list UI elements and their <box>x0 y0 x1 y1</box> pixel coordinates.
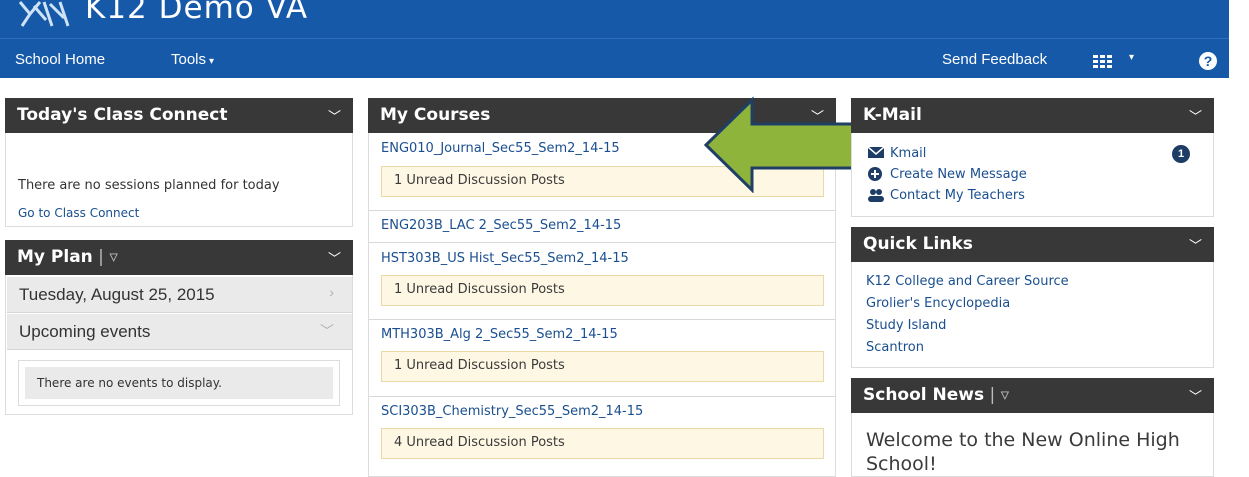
nav-tools-label: Tools <box>171 51 207 68</box>
my-plan-header[interactable]: My Plan | ▿ ﹀ <box>5 240 353 275</box>
plan-date-row[interactable]: Tuesday, August 25, 2015 › <box>7 277 352 313</box>
course-link[interactable]: ENG203B_LAC 2_Sec55_Sem2_14-15 <box>381 218 621 233</box>
page: K12 Demo VA School Home Tools ▾ Send Feed… <box>0 0 1249 477</box>
kmail-header[interactable]: K-Mail ﹀ <box>851 98 1214 133</box>
filter-icon[interactable]: | ▿ <box>93 247 118 267</box>
school-news-title: School News | ▿ <box>863 385 1009 405</box>
course-link[interactable]: SCI303B_Chemistry_Sec55_Sem2_14-15 <box>381 404 643 419</box>
quick-link[interactable]: K12 College and Career Source <box>866 274 1069 289</box>
plan-date: Tuesday, August 25, 2015 <box>19 285 215 304</box>
brand-bar: K12 Demo VA <box>0 0 1229 38</box>
my-plan-title: My Plan | ▿ <box>17 247 118 267</box>
contact-teachers-link[interactable]: Contact My Teachers <box>890 188 1025 203</box>
divider <box>369 210 835 211</box>
quick-links-header[interactable]: Quick Links ﹀ <box>851 227 1214 262</box>
unread-notice[interactable]: 1 Unread Discussion Posts <box>381 351 824 382</box>
school-news-title-text: School News <box>863 385 985 405</box>
green-pointer-arrow-icon <box>703 96 862 193</box>
nav-tools-menu[interactable]: Tools ▾ <box>171 51 214 68</box>
chevron-right-icon[interactable]: › <box>329 284 334 300</box>
course-link[interactable]: ENG010_Journal_Sec55_Sem2_14-15 <box>381 141 620 156</box>
nav-school-home[interactable]: School Home <box>15 51 105 68</box>
unread-notice[interactable]: 4 Unread Discussion Posts <box>381 428 824 459</box>
envelope-icon <box>868 146 884 158</box>
kmail-count-badge: 1 <box>1172 145 1190 163</box>
unread-notice[interactable]: 1 Unread Discussion Posts <box>381 275 824 306</box>
create-new-message-link[interactable]: Create New Message <box>890 167 1027 182</box>
school-news-body: Welcome to the New Online High School! <box>851 413 1214 477</box>
users-icon <box>868 189 884 202</box>
apps-caret-down-icon[interactable]: ▾ <box>1129 52 1134 63</box>
quick-link[interactable]: Study Island <box>866 318 946 333</box>
k12-logo-icon[interactable] <box>16 0 76 30</box>
divider <box>369 396 835 397</box>
no-events-box: There are no events to display. <box>25 367 333 399</box>
events-frame: There are no events to display. <box>18 360 340 406</box>
divider <box>369 319 835 320</box>
chevron-down-icon[interactable]: ﹀ <box>1189 106 1202 125</box>
send-feedback-link[interactable]: Send Feedback <box>942 51 1047 68</box>
divider <box>369 242 835 243</box>
course-link[interactable]: MTH303B_Alg 2_Sec55_Sem2_14-15 <box>381 327 618 342</box>
chevron-down-icon[interactable]: ﹀ <box>1189 235 1202 254</box>
class-connect-title: Today's Class Connect <box>17 105 228 125</box>
quick-links-title: Quick Links <box>863 234 973 254</box>
no-events-text: There are no events to display. <box>37 376 222 390</box>
app-title: K12 Demo VA <box>85 0 309 26</box>
go-to-class-connect-link[interactable]: Go to Class Connect <box>18 206 139 220</box>
plus-circle-icon <box>868 167 882 181</box>
my-courses-title: My Courses <box>380 105 491 125</box>
quick-link[interactable]: Grolier's Encyclopedia <box>866 296 1010 311</box>
chevron-down-icon[interactable]: ﹀ <box>320 321 334 341</box>
course-link[interactable]: HST303B_US Hist_Sec55_Sem2_14-15 <box>381 251 629 266</box>
upcoming-events-row[interactable]: Upcoming events ﹀ <box>7 314 352 350</box>
apps-grid-icon[interactable] <box>1093 55 1113 69</box>
kmail-link[interactable]: Kmail <box>890 146 926 161</box>
chevron-down-icon[interactable]: ﹀ <box>328 248 341 267</box>
kmail-title: K-Mail <box>863 105 922 125</box>
help-icon[interactable]: ? <box>1199 52 1217 70</box>
class-connect-body: There are no sessions planned for today … <box>5 133 353 227</box>
top-header: K12 Demo VA School Home Tools ▾ Send Feed… <box>0 0 1229 78</box>
my-plan-title-text: My Plan <box>17 247 93 267</box>
upcoming-events-label: Upcoming events <box>19 322 151 341</box>
school-news-header[interactable]: School News | ▿ ﹀ <box>851 378 1214 413</box>
class-connect-header[interactable]: Today's Class Connect ﹀ <box>5 98 353 133</box>
news-headline[interactable]: Welcome to the New Online High School! <box>866 428 1186 476</box>
caret-down-icon: ▾ <box>209 56 215 67</box>
quick-link[interactable]: Scantron <box>866 340 924 355</box>
main-nav: School Home Tools ▾ Send Feedback ▾ ? <box>0 38 1229 78</box>
chevron-down-icon[interactable]: ﹀ <box>328 106 341 125</box>
filter-icon[interactable]: | ▿ <box>984 385 1010 405</box>
chevron-down-icon[interactable]: ﹀ <box>1189 386 1202 405</box>
no-sessions-text: There are no sessions planned for today <box>18 178 280 193</box>
